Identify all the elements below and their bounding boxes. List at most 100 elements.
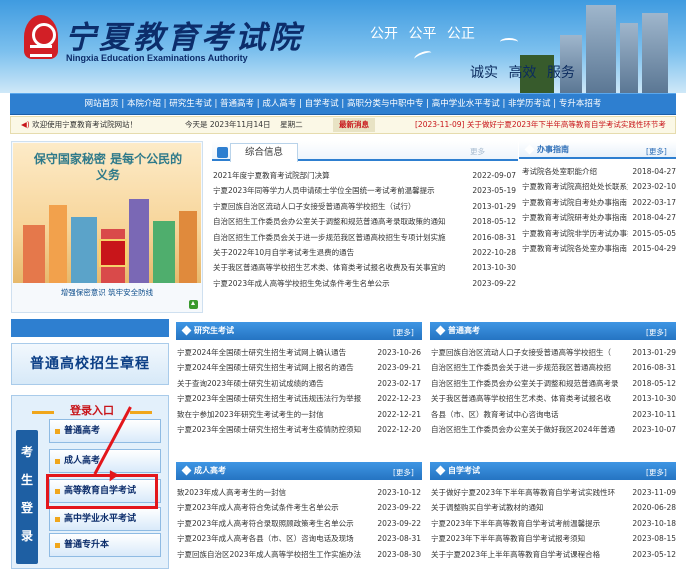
list-item-title[interactable]: 自治区招生工作委员会关于进一步规范我区普通高校招 (431, 360, 628, 375)
list-item-title[interactable]: 关于宁夏2023年上半年高等教育自学考试课程合格 (431, 547, 628, 562)
list-item-title[interactable]: 宁夏回族自治区流动人口子女接受普通高等学校招生（ (431, 345, 628, 360)
list-item[interactable]: 宁夏2024年全国硕士研究生招生考试网上确认通告 2023-10-26 (177, 345, 421, 361)
list-item[interactable]: 关于我区普通高等学校招生艺术类、体育类考试报名收 2013-10-30 (431, 391, 676, 407)
list-item-title[interactable]: 宁夏回族自治区2023年成人高等学校招生工作实施办法 (177, 547, 373, 562)
list-item-title[interactable]: 各县（市、区）教育考试中心咨询电话 (431, 407, 628, 422)
list-item[interactable]: 自治区招生工作委员会关于进一步规范我区普通高校招生专项计划实施 2016-08-3… (213, 229, 516, 245)
list-item-title[interactable]: 宁夏教育考试院非学历考试办事指南 (522, 226, 628, 241)
grad-more-link[interactable]: [更多] (393, 327, 414, 338)
list-item[interactable]: 宁夏回族自治区2023年成人高等学校招生工作实施办法 2023-08-30 (177, 546, 421, 562)
gaokao-more-link[interactable]: [更多] (646, 327, 667, 338)
logo-seal-icon[interactable] (24, 15, 58, 59)
list-item[interactable]: 宁夏2023年同等学力人员申请硕士学位全国统一考试考前温馨提示 2023-05-1… (213, 183, 516, 199)
list-item[interactable]: 自治区招生工作委员会关于进一步规范我区普通高校招 2016-08-31 (431, 360, 676, 376)
list-item-title[interactable]: 宁夏2024年全国硕士研究生招生考试网上报名的通告 (177, 360, 373, 375)
list-item-title[interactable]: 自治区招生工作委员会办公室关于调整和规范普通高考录取政策的通知 (213, 214, 468, 229)
list-item-title[interactable]: 宁夏2023年成人高考符合录取照顾政策考生名单公示 (177, 516, 373, 531)
list-item-title[interactable]: 考试院各处室职能介绍 (522, 164, 628, 179)
list-item-title[interactable]: 宁夏2023年下半年高等教育自学考试考前温馨提示 (431, 516, 628, 531)
list-item-title[interactable]: 关于调整购买自学考试教材的通知 (431, 500, 628, 515)
list-item[interactable]: 关于我区普通高等学校招生艺术类、体育类考试报名收费及有关事宜的 2013-10-3… (213, 260, 516, 276)
list-item[interactable]: 关于查询2023年硕士研究生初试成绩的通告 2023-02-17 (177, 375, 421, 392)
list-item-title[interactable]: 2021年度宁夏教育考试院部门决算 (213, 168, 468, 183)
tab-general-news[interactable]: 综合信息 (217, 143, 298, 162)
list-item-title[interactable]: 宁夏2023年成人高等学校招生免试条件考生名单公示 (213, 276, 468, 291)
list-item-title[interactable]: 自治区招生工作委员会办公室关于调整和规范普通高考录 (431, 376, 628, 391)
list-item[interactable]: 宁夏2024年全国硕士研究生招生考试网上报名的通告 2023-09-21 (177, 360, 421, 376)
list-item[interactable]: 宁夏教育考试院研考处办事指南 2018-04-27 (522, 210, 676, 226)
list-item-title[interactable]: 宁夏2023年成人高考各县（市、区）咨询电话及现场 (177, 531, 373, 546)
list-item-title[interactable]: 关于2022年10月自学考试考生退费的通告 (213, 245, 468, 260)
list-item-title[interactable]: 自治区招生工作委员会办公室关于做好我区2024年普通 (431, 422, 628, 437)
list-item-title[interactable]: 宁夏回族自治区流动人口子女接受普通高等学校招生（试行） (213, 199, 468, 214)
nav-item[interactable]: 非学历考试 (508, 99, 551, 109)
list-item[interactable]: 宁夏教育考试院高招处处长联系方式2023-02-10 (522, 179, 676, 195)
list-item-title[interactable]: 宁夏2023年全国硕士研究生招生考试考生疫情防控须知 (177, 422, 373, 437)
list-item[interactable]: 宁夏2023年成人高考各县（市、区）咨询电话及现场 2023-08-31 (177, 531, 421, 547)
list-item[interactable]: 宁夏2023年成人高等学校招生免试条件考生名单公示 2023-09-22 (213, 275, 516, 292)
list-item-title[interactable]: 关于我区普通高等学校招生艺术类、体育类考试报名收费及有关事宜的 (213, 260, 468, 275)
list-item-title[interactable]: 宁夏2023年下半年高等教育自学考试报考须知 (431, 531, 628, 546)
list-item-title[interactable]: 宁夏2023年全国硕士研究生招生考试违规违法行为举报 (177, 391, 373, 406)
list-item[interactable]: 自治区招生工作委员会办公室关于做好我区2024年普通 2023-10-07 (431, 421, 676, 438)
list-item-title[interactable]: 关于做好宁夏2023年下半年高等教育自学考试实践性环 (431, 485, 628, 500)
selfstudy-more-link[interactable]: [更多] (646, 467, 667, 478)
list-item-title[interactable]: 致2023年成人高考考生的一封信 (177, 485, 373, 500)
nav-item[interactable]: 普通高考 (220, 99, 254, 109)
nav-item[interactable]: 高中学业水平考试 (432, 99, 500, 109)
list-item[interactable]: 自治区招生工作委员会办公室关于调整和规范普通高考录 2018-05-12 (431, 375, 676, 392)
login-button[interactable]: 普通专升本 (49, 533, 161, 557)
list-item[interactable]: 考试院各处室职能介绍 2018-04-27 (522, 164, 676, 180)
list-item[interactable]: 各县（市、区）教育考试中心咨询电话 2023-10-11 (431, 406, 676, 422)
list-item-title[interactable]: 关于我区普通高等学校招生艺术类、体育类考试报名收 (431, 391, 628, 406)
list-item[interactable]: 关于宁夏2023年上半年高等教育自学考试课程合格 2023-05-12 (431, 546, 676, 562)
list-item-title[interactable]: 宁夏教育考试院各处室办事指南 (522, 241, 628, 256)
poster-image[interactable]: 保守国家秘密 是每个公民的义务 (13, 143, 201, 283)
site-title[interactable]: 宁夏教育考试院 (65, 12, 303, 57)
list-item-title[interactable]: 自治区招生工作委员会关于进一步规范我区普通高校招生专项计划实施 (213, 230, 468, 245)
list-item[interactable]: 宁夏2023年成人高考符合录取照顾政策考生名单公示 2023-09-22 (177, 515, 421, 532)
list-item-title[interactable]: 宁夏2023年成人高考符合免试条件考生名单公示 (177, 500, 373, 515)
list-item[interactable]: 自治区招生工作委员会办公室关于调整和规范普通高考录取政策的通知 2018-05-1… (213, 214, 516, 230)
login-button[interactable]: 普通高考 (49, 419, 161, 443)
nav-item[interactable]: 高职分类与中职中专 (347, 99, 424, 109)
list-item[interactable]: 宁夏教育考试院非学历考试办事指南2015-05-05 (522, 225, 676, 241)
list-item-title[interactable]: 致在宁参加2023年研究生考试考生的一封信 (177, 407, 373, 422)
list-item[interactable]: 致在宁参加2023年研究生考试考生的一封信 2022-12-21 (177, 406, 421, 422)
list-item[interactable]: 宁夏2023年下半年高等教育自学考试报考须知 2023-08-15 (431, 531, 676, 547)
list-item-title[interactable]: 宁夏2023年同等学力人员申请硕士学位全国统一考试考前温馨提示 (213, 183, 468, 198)
nav-item[interactable]: 成人高考 (262, 99, 296, 109)
list-item[interactable]: 宁夏回族自治区流动人口子女接受普通高等学校招生（ 2013-01-29 (431, 345, 676, 361)
list-item[interactable]: 致2023年成人高考考生的一封信 2023-10-12 (177, 485, 421, 501)
nav-item[interactable]: 研究生考试 (169, 99, 212, 109)
list-item[interactable]: 宁夏教育考试院各处室办事指南 2015-04-29 (522, 240, 676, 257)
list-item-title[interactable]: 宁夏教育考试院自考处办事指南 (522, 195, 628, 210)
poster-caption[interactable]: 增强保密意识 筑牢安全防线 (12, 287, 202, 298)
guide-more-link[interactable]: [更多] (646, 146, 667, 157)
scroll-up-icon[interactable] (189, 300, 198, 309)
nav-item[interactable]: 本院介绍 (127, 99, 161, 109)
list-item[interactable]: 宁夏教育考试院自考处办事指南 2022-03-17 (522, 194, 676, 211)
adult-more-link[interactable]: [更多] (393, 467, 414, 478)
list-item[interactable]: 关于做好宁夏2023年下半年高等教育自学考试实践性环 2023-11-09 (431, 485, 676, 501)
nav-item[interactable]: 专升本招考 (559, 99, 602, 109)
security-poster[interactable]: 保守国家秘密 是每个公民的义务 增强保密意识 筑牢安全防线 (11, 141, 203, 313)
nav-item[interactable]: 网站首页 (85, 99, 119, 109)
list-item-title[interactable]: 关于查询2023年硕士研究生初试成绩的通告 (177, 376, 373, 391)
list-item[interactable]: 宁夏2023年全国硕士研究生招生考试违规违法行为举报 2022-12-23 (177, 391, 421, 407)
list-item[interactable]: 宁夏2023年下半年高等教育自学考试考前温馨提示 2023-10-18 (431, 515, 676, 532)
admission-charter-link[interactable]: 普通高校招生章程 (11, 343, 169, 385)
list-item[interactable]: 宁夏2023年成人高考符合免试条件考生名单公示 2023-09-22 (177, 500, 421, 516)
list-item[interactable]: 2021年度宁夏教育考试院部门决算 2022-09-07 (213, 168, 516, 184)
login-button[interactable]: 高中学业水平考试 (49, 507, 161, 531)
list-item[interactable]: 关于2022年10月自学考试考生退费的通告 2022-10-28 (213, 244, 516, 261)
list-item[interactable]: 关于调整购买自学考试教材的通知 2020-06-28 (431, 500, 676, 516)
nav-item[interactable]: 自学考试 (305, 99, 339, 109)
news-ticker[interactable]: [2023-11-09] 关于做好宁夏2023年下半年高等教育自学考试实践性环节… (415, 117, 675, 133)
list-item-title[interactable]: 宁夏教育考试院高招处处长联系方式 (522, 179, 628, 194)
list-item-title[interactable]: 宁夏教育考试院研考处办事指南 (522, 210, 628, 225)
news-more-link[interactable]: 更多 (470, 146, 485, 157)
list-item-title[interactable]: 宁夏2024年全国硕士研究生招生考试网上确认通告 (177, 345, 373, 360)
list-item[interactable]: 宁夏回族自治区流动人口子女接受普通高等学校招生（试行） 2013-01-29 (213, 198, 516, 215)
list-item[interactable]: 宁夏2023年全国硕士研究生招生考试考生疫情防控须知 2022-12-20 (177, 421, 421, 438)
